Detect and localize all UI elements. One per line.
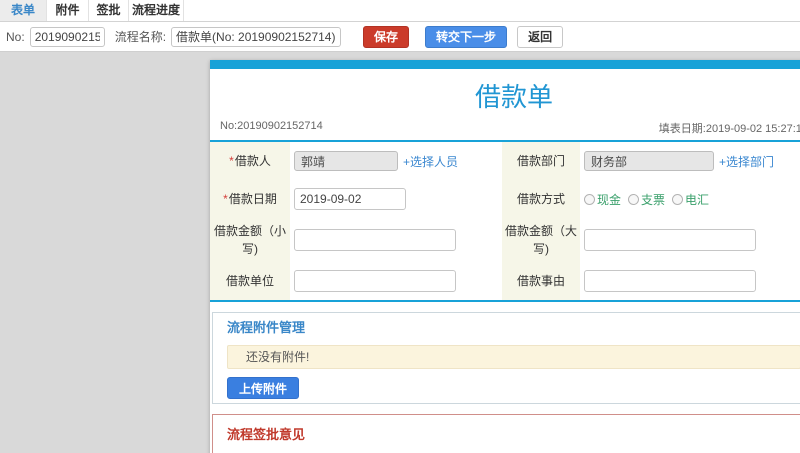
loan-form-grid: *借款人 郭靖 +选择人员 借款部门 财务部 +选择部门 *借款日期 借款方式 … <box>210 142 800 300</box>
department-field-cell: 财务部 +选择部门 <box>580 142 800 180</box>
required-mark: * <box>229 154 234 168</box>
amount-lower-field-cell <box>290 218 502 262</box>
loan-unit-label-cell: 借款单位 <box>210 262 290 300</box>
borrower-label: 借款人 <box>234 154 271 168</box>
process-name-label: 流程名称: <box>114 30 167 44</box>
radio-cheque-label: 支票 <box>641 192 666 207</box>
department-input[interactable]: 财务部 <box>584 151 714 171</box>
radio-wire-transfer-label: 电汇 <box>685 192 710 207</box>
loan-date-label-cell: *借款日期 <box>210 180 290 218</box>
loan-method-field-cell: 现金 支票 电汇 <box>580 180 800 218</box>
loan-unit-input[interactable] <box>294 270 456 292</box>
save-button[interactable]: 保存 <box>363 25 410 48</box>
panel-top-accent-bar <box>210 60 800 69</box>
borrower-label-cell: *借款人 <box>210 142 290 180</box>
approval-heading: 流程签批意见 <box>227 427 306 442</box>
loan-method-label-cell: 借款方式 <box>502 180 580 218</box>
tab-approval[interactable]: 签批 <box>89 0 129 21</box>
radio-wire-transfer[interactable]: 电汇 <box>672 191 709 208</box>
no-attachments-alert: 还没有附件! <box>227 345 800 369</box>
amount-upper-label-cell: 借款金额（大写) <box>502 218 580 262</box>
no-input[interactable] <box>29 26 105 47</box>
borrower-field-cell: 郭靖 +选择人员 <box>290 142 502 180</box>
borrower-input[interactable]: 郭靖 <box>294 151 398 171</box>
radio-circle-icon <box>584 193 595 205</box>
amount-upper-field-cell <box>580 218 800 262</box>
loan-method-label: 借款方式 <box>516 192 565 206</box>
upload-attachment-button[interactable]: 上传附件 <box>227 377 300 399</box>
tab-attachments[interactable]: 附件 <box>47 0 89 21</box>
loan-reason-label: 借款事由 <box>516 274 565 288</box>
process-name-input[interactable] <box>171 26 342 47</box>
required-mark: * <box>223 192 228 206</box>
department-label: 借款部门 <box>516 154 565 168</box>
tab-process-progress[interactable]: 流程进度 <box>129 0 184 21</box>
form-title: 借款单 <box>474 82 553 112</box>
form-meta-row: No:20190902152714 填表日期:2019-09-02 15:27:… <box>210 120 800 140</box>
back-button[interactable]: 返回 <box>517 25 564 48</box>
loan-method-radio-group: 现金 支票 电汇 <box>584 191 709 208</box>
amount-lower-label-cell: 借款金额（小写) <box>210 218 290 262</box>
radio-cash[interactable]: 现金 <box>584 191 621 208</box>
radio-circle-icon <box>672 193 684 205</box>
loan-form-panel: 借款单 No:20190902152714 填表日期:2019-09-02 15… <box>210 60 800 453</box>
loan-date-field-cell <box>290 180 502 218</box>
form-no-text: No:20190902152714 <box>220 120 323 132</box>
select-person-link[interactable]: +选择人员 <box>403 153 458 170</box>
divider-bottom <box>210 300 800 302</box>
amount-lower-input[interactable] <box>294 229 456 251</box>
select-department-link[interactable]: +选择部门 <box>719 153 774 170</box>
loan-reason-field-cell <box>580 262 800 300</box>
attachments-section: 流程附件管理 还没有附件! 上传附件 <box>212 312 800 404</box>
tab-bar: 表单 附件 签批 流程进度 <box>0 0 800 22</box>
tab-form[interactable]: 表单 <box>0 0 47 21</box>
approval-section: 流程签批意见 B I abc <box>212 414 800 453</box>
loan-reason-label-cell: 借款事由 <box>502 262 580 300</box>
attachments-heading: 流程附件管理 <box>227 320 306 335</box>
loan-unit-label: 借款单位 <box>225 274 274 288</box>
department-label-cell: 借款部门 <box>502 142 580 180</box>
amount-lower-label: 借款金额（小写) <box>213 224 286 256</box>
action-bar: No: 流程名称: 保存 转交下一步 返回 <box>0 22 800 52</box>
loan-date-label: 借款日期 <box>228 192 277 206</box>
form-date-text: 填表日期:2019-09-02 15:27:14 <box>658 123 800 135</box>
radio-circle-icon <box>628 193 640 205</box>
loan-unit-field-cell <box>290 262 502 300</box>
loan-date-input[interactable] <box>294 188 406 210</box>
no-label: No: <box>6 29 25 44</box>
forward-next-step-button[interactable]: 转交下一步 <box>425 25 508 48</box>
loan-reason-input[interactable] <box>584 270 756 292</box>
radio-cheque[interactable]: 支票 <box>628 191 665 208</box>
amount-upper-input[interactable] <box>584 229 756 251</box>
amount-upper-label: 借款金额（大写) <box>504 224 577 256</box>
radio-cash-label: 现金 <box>597 192 622 207</box>
